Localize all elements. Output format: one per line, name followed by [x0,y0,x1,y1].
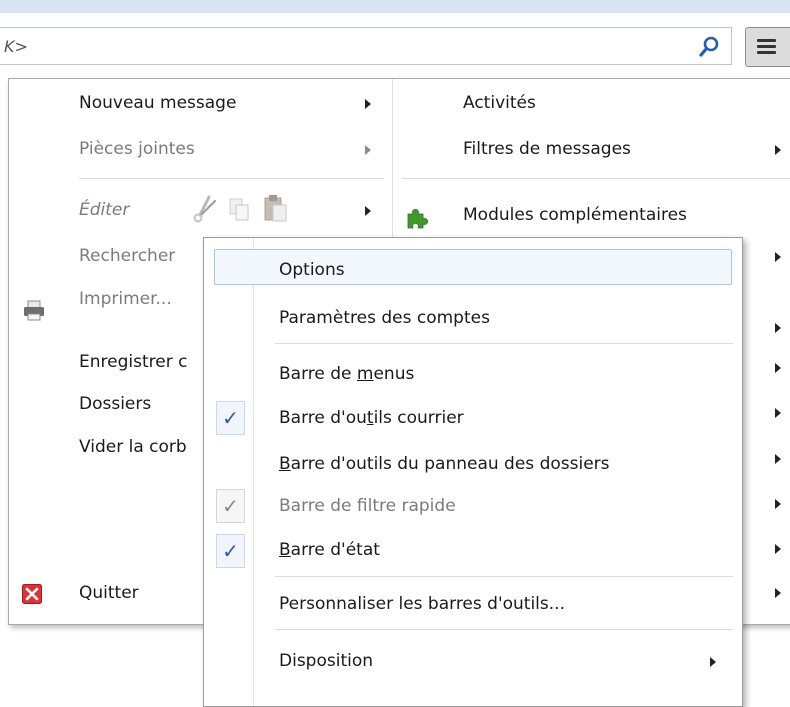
printer-icon [24,300,44,321]
hamburger-menu-icon[interactable] [745,27,790,67]
menu-item-quit[interactable]: Quitter [79,583,139,603]
menu-item-folder-pane-toolbar[interactable]: Barre d'outils du panneau des dossiers [279,454,610,474]
chevron-right-icon [710,657,716,667]
menu-item-customize-toolbars[interactable]: Personnaliser les barres d'outils... [279,594,565,614]
menu-item-print[interactable]: Imprimer... [79,289,172,309]
submenu-icon-gutter [253,238,254,706]
chevron-right-icon [365,99,371,109]
chevron-right-icon [775,588,781,598]
menu-item-save-as[interactable]: Enregistrer c [79,352,187,372]
menu-item-attachments[interactable]: Pièces jointes [79,139,195,159]
separator [275,629,733,630]
scissors-icon[interactable] [191,195,217,223]
puzzle-piece-icon [407,209,428,229]
menu-item-new-message[interactable]: Nouveau message [79,93,236,113]
menu-item-activities[interactable]: Activités [463,93,536,113]
separator [275,576,733,577]
menu-item-search[interactable]: Rechercher [79,246,175,266]
quit-icon [22,584,42,604]
chevron-right-icon [775,252,781,262]
search-input[interactable]: K> [0,27,732,65]
menu-item-message-filters[interactable]: Filtres de messages [463,139,631,159]
menu-item-options[interactable]: Options [279,260,345,280]
menu-item-status-bar[interactable]: Barre d'état [279,540,380,560]
chevron-right-icon [775,544,781,554]
menu-item-account-settings[interactable]: Paramètres des comptes [279,308,490,328]
menu-item-empty-trash[interactable]: Vider la corb [79,437,187,457]
chevron-right-icon [775,454,781,464]
checkmark-icon: ✓ [216,489,245,523]
menu-item-mail-toolbar[interactable]: Barre d'outils courrier [279,408,464,428]
menu-item-addons[interactable]: Modules complémentaires [463,205,687,225]
paste-icon[interactable] [263,193,289,223]
separator [275,343,733,344]
preferences-submenu: Options Paramètres des comptes Barre de … [203,237,743,707]
menu-item-quick-filter-bar[interactable]: Barre de filtre rapide [279,496,456,516]
chevron-right-icon [365,145,371,155]
menu-item-folders[interactable]: Dossiers [79,394,151,414]
search-text: K> [4,37,28,56]
chevron-right-icon [775,145,781,155]
search-icon[interactable] [697,35,721,59]
toolbar-strip [0,0,790,13]
chevron-right-icon [775,408,781,418]
menu-item-layout[interactable]: Disposition [279,651,373,671]
checkmark-icon: ✓ [216,534,245,568]
toolbar: K> [0,0,790,78]
copy-icon[interactable] [228,197,252,223]
chevron-right-icon [365,206,371,216]
menu-item-menu-bar[interactable]: Barre de menus [279,364,414,384]
checkmark-icon: ✓ [216,401,245,435]
chevron-right-icon [775,499,781,509]
chevron-right-icon [775,363,781,373]
chevron-right-icon [775,323,781,333]
separator [402,178,790,179]
menu-item-edit[interactable]: Éditer [79,200,129,220]
separator [79,178,384,179]
